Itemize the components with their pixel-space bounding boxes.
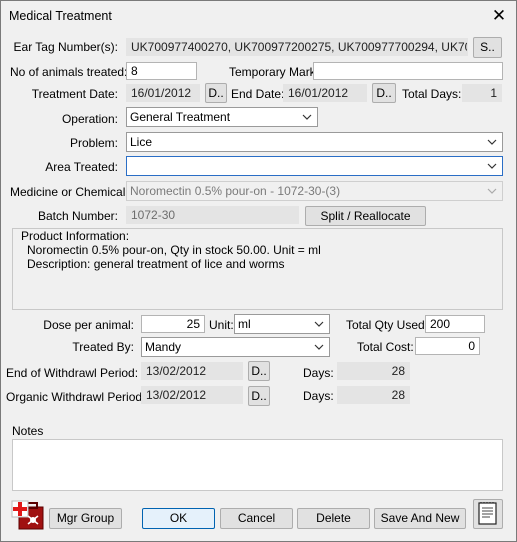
- organic-withdrawl-field: 13/02/2012: [141, 386, 243, 404]
- ear-tag-field: UK700977400270, UK700977200275, UK700977…: [126, 38, 468, 56]
- medicine-select[interactable]: Noromectin 0.5% pour-on - 1072-30-(3): [126, 181, 503, 201]
- withdrawl-days-field: 28: [337, 362, 410, 380]
- ear-tag-label: Ear Tag Number(s):: [13, 40, 118, 54]
- notepad-icon: [478, 502, 497, 525]
- total-days-label: Total Days:: [402, 87, 462, 101]
- treatment-date-label: Treatment Date:: [31, 87, 118, 101]
- chevron-down-icon: [487, 188, 497, 194]
- days-label-1: Days:: [303, 366, 334, 380]
- end-date-label: End Date:: [231, 87, 285, 101]
- chevron-down-icon: [314, 344, 324, 350]
- total-cost-label: Total Cost:: [357, 340, 414, 354]
- organic-withdrawl-label: Organic Withdrawl Period:: [6, 390, 146, 404]
- delete-button[interactable]: Delete: [297, 508, 370, 529]
- mgr-group-button[interactable]: Mgr Group: [49, 508, 122, 529]
- chevron-down-icon: [487, 163, 497, 169]
- batch-number-field: 1072-30: [126, 206, 299, 224]
- total-qty-label: Total Qty Used:: [346, 318, 429, 332]
- end-date-field: 16/01/2012: [283, 84, 367, 102]
- window-title: Medical Treatment: [9, 9, 112, 23]
- total-cost-input[interactable]: 0: [415, 337, 480, 355]
- notes-textarea[interactable]: [12, 439, 503, 491]
- split-reallocate-batch-button[interactable]: Split / Reallocate Batch: [305, 206, 426, 241]
- area-treated-select[interactable]: [126, 156, 503, 176]
- batch-number-label: Batch Number:: [37, 209, 118, 223]
- notes-label: Notes: [12, 424, 44, 438]
- chevron-down-icon: [302, 114, 312, 120]
- treatment-date-picker-button[interactable]: D..: [205, 83, 227, 103]
- problem-label: Problem:: [69, 136, 118, 150]
- operation-select[interactable]: General Treatment: [126, 107, 318, 127]
- chevron-down-icon: [487, 139, 497, 145]
- end-withdrawl-label: End of Withdrawl Period:: [6, 366, 139, 380]
- organic-withdrawl-date-button[interactable]: D..: [248, 386, 270, 406]
- no-animals-input[interactable]: 8: [126, 62, 197, 80]
- end-withdrawl-field: 13/02/2012: [141, 362, 243, 380]
- temp-mark-label: Temporary Mark:: [229, 65, 320, 79]
- medicine-label: Medicine or Chemical:: [10, 185, 129, 199]
- organic-days-field: 28: [337, 386, 410, 404]
- medicine-value: Noromectin 0.5% pour-on - 1072-30-(3): [130, 184, 341, 198]
- total-days-field: 1: [462, 84, 502, 102]
- medical-kit-icon[interactable]: [11, 496, 45, 530]
- problem-value: Lice: [130, 135, 153, 149]
- cancel-button[interactable]: Cancel: [220, 508, 293, 529]
- unit-value: ml: [238, 317, 251, 331]
- area-treated-label: Area Treated:: [45, 160, 118, 174]
- save-and-new-button[interactable]: Save And New: [374, 508, 466, 529]
- unit-select[interactable]: ml: [234, 314, 330, 334]
- temp-mark-input[interactable]: [313, 62, 503, 80]
- treated-by-value: Mandy: [145, 340, 182, 354]
- title-bar: Medical Treatment ✕: [1, 1, 516, 31]
- ok-button[interactable]: OK: [142, 508, 215, 529]
- treatment-date-field: 16/01/2012: [126, 84, 200, 102]
- total-qty-input[interactable]: 200: [425, 315, 485, 333]
- operation-label: Operation:: [61, 112, 118, 126]
- days-label-2: Days:: [303, 389, 334, 403]
- notepad-button[interactable]: [473, 499, 503, 529]
- operation-value: General Treatment: [130, 110, 231, 124]
- unit-label: Unit:: [209, 318, 234, 332]
- product-information-panel: Product Information: Noromectin 0.5% pou…: [12, 228, 503, 310]
- end-withdrawl-date-button[interactable]: D..: [248, 361, 270, 381]
- search-tags-button[interactable]: S..: [473, 37, 502, 58]
- treated-by-select[interactable]: Mandy: [141, 337, 330, 357]
- problem-select[interactable]: Lice: [126, 132, 503, 152]
- product-info-line-1: Noromectin 0.5% pour-on, Qty in stock 50…: [27, 243, 321, 257]
- dose-label: Dose per animal:: [43, 318, 134, 332]
- chevron-down-icon: [314, 321, 324, 327]
- no-animals-label: No of animals treated:: [10, 65, 128, 79]
- product-information-label: Product Information:: [21, 229, 130, 243]
- product-info-line-2: Description: general treatment of lice a…: [27, 257, 285, 271]
- end-date-picker-button[interactable]: D..: [372, 83, 396, 103]
- close-icon[interactable]: ✕: [488, 5, 510, 27]
- dose-input[interactable]: 25: [141, 315, 205, 333]
- treated-by-label: Treated By:: [72, 340, 134, 354]
